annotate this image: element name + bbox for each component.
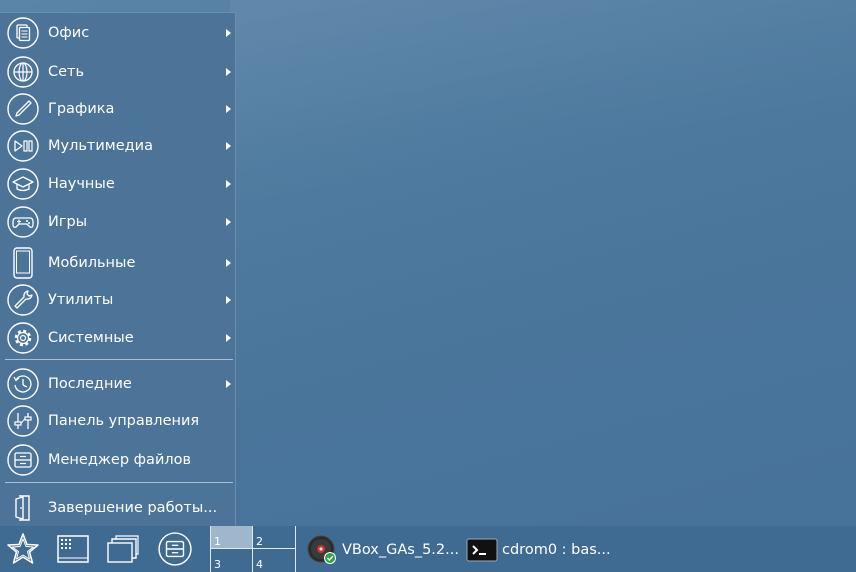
multimedia-play-pause-icon (7, 130, 39, 162)
menu-item-mobile[interactable]: Мобильные (0, 245, 236, 281)
mobile-phone-icon (13, 247, 33, 279)
windows-stack-icon (107, 535, 139, 563)
menu-item-label: Научные (48, 176, 115, 192)
menu-separator (5, 482, 233, 483)
task-label: VBox_GAs_5.2... (342, 542, 459, 558)
menu-item-label: Менеджер файлов (48, 452, 192, 468)
menu-item-control-panel[interactable]: Панель управления (0, 403, 236, 439)
menu-item-label: Графика (48, 101, 115, 117)
graphics-brush-icon (7, 93, 39, 125)
app-grid-icon (57, 535, 89, 563)
submenu-arrow-icon (226, 296, 231, 304)
gamepad-icon (7, 206, 39, 238)
menu-item-label: Игры (48, 214, 88, 230)
utilities-wrench-icon (7, 284, 39, 316)
file-manager-cabinet-icon (7, 444, 39, 476)
menu-item-label: Последние (48, 376, 132, 392)
menu-item-office[interactable]: Офис (0, 15, 236, 51)
file-manager-cabinet-icon (158, 532, 192, 566)
menu-item-utilities[interactable]: Утилиты (0, 282, 236, 318)
menu-item-science[interactable]: Научные (0, 166, 236, 202)
menu-item-graphics[interactable]: Графика (0, 91, 236, 127)
submenu-arrow-icon (226, 68, 231, 76)
launcher-file-manager[interactable] (156, 526, 194, 572)
task-label: cdrom0 : bas... (502, 542, 611, 558)
submenu-arrow-icon (226, 142, 231, 150)
submenu-arrow-icon (226, 105, 231, 113)
menu-item-multimedia[interactable]: Мультимедиа (0, 128, 236, 164)
menu-item-label: Системные (48, 330, 134, 346)
taskbar: 1 2 3 4 VBox_GAs_5.2... cdrom0 : bas... (0, 526, 856, 572)
desktop-background (230, 0, 856, 200)
taskbar-task-terminal[interactable]: cdrom0 : bas... (466, 534, 611, 566)
logout-door-icon (15, 495, 30, 521)
menu-item-label: Офис (48, 25, 90, 41)
menu-separator (5, 359, 233, 360)
menu-item-label: Мультимедиа (48, 138, 153, 154)
menu-item-label: Сеть (48, 64, 85, 80)
menu-item-network[interactable]: Сеть (0, 54, 236, 90)
launcher-show-windows[interactable] (104, 526, 142, 572)
start-menu: Офис Сеть Графика Мультимедиа Научные Иг… (0, 12, 236, 526)
pager-desktop-2[interactable]: 2 (253, 526, 295, 549)
submenu-arrow-icon (226, 259, 231, 267)
submenu-arrow-icon (226, 29, 231, 37)
menu-item-file-manager[interactable]: Менеджер файлов (0, 442, 236, 478)
menu-item-shutdown[interactable]: Завершение работы... (0, 490, 236, 526)
terminal-icon (466, 538, 498, 562)
submenu-arrow-icon (226, 380, 231, 388)
pager-desktop-4[interactable]: 4 (253, 549, 295, 572)
office-icon (7, 17, 39, 49)
star-start-icon (7, 533, 39, 564)
taskbar-task-vbox[interactable]: VBox_GAs_5.2... (306, 534, 459, 566)
pager-desktop-1[interactable]: 1 (211, 526, 253, 549)
menu-item-label: Завершение работы... (48, 500, 218, 516)
cdrom-disc-icon (307, 535, 336, 564)
menu-item-label: Мобильные (48, 255, 136, 271)
menu-item-games[interactable]: Игры (0, 204, 236, 240)
start-button[interactable] (4, 526, 42, 572)
submenu-arrow-icon (226, 218, 231, 226)
control-panel-sliders-icon (7, 405, 39, 437)
recent-clock-icon (7, 368, 39, 400)
launcher-app-grid[interactable] (54, 526, 92, 572)
submenu-arrow-icon (226, 180, 231, 188)
menu-item-label: Утилиты (48, 292, 114, 308)
network-globe-icon (7, 56, 39, 88)
system-gear-icon (7, 322, 39, 354)
menu-item-system[interactable]: Системные (0, 320, 236, 356)
submenu-arrow-icon (226, 334, 231, 342)
pager-desktop-3[interactable]: 3 (211, 549, 253, 572)
education-cap-icon (7, 168, 39, 200)
menu-item-recent[interactable]: Последние (0, 366, 236, 402)
desktop-pager: 1 2 3 4 (210, 526, 296, 572)
menu-item-label: Панель управления (48, 413, 200, 429)
